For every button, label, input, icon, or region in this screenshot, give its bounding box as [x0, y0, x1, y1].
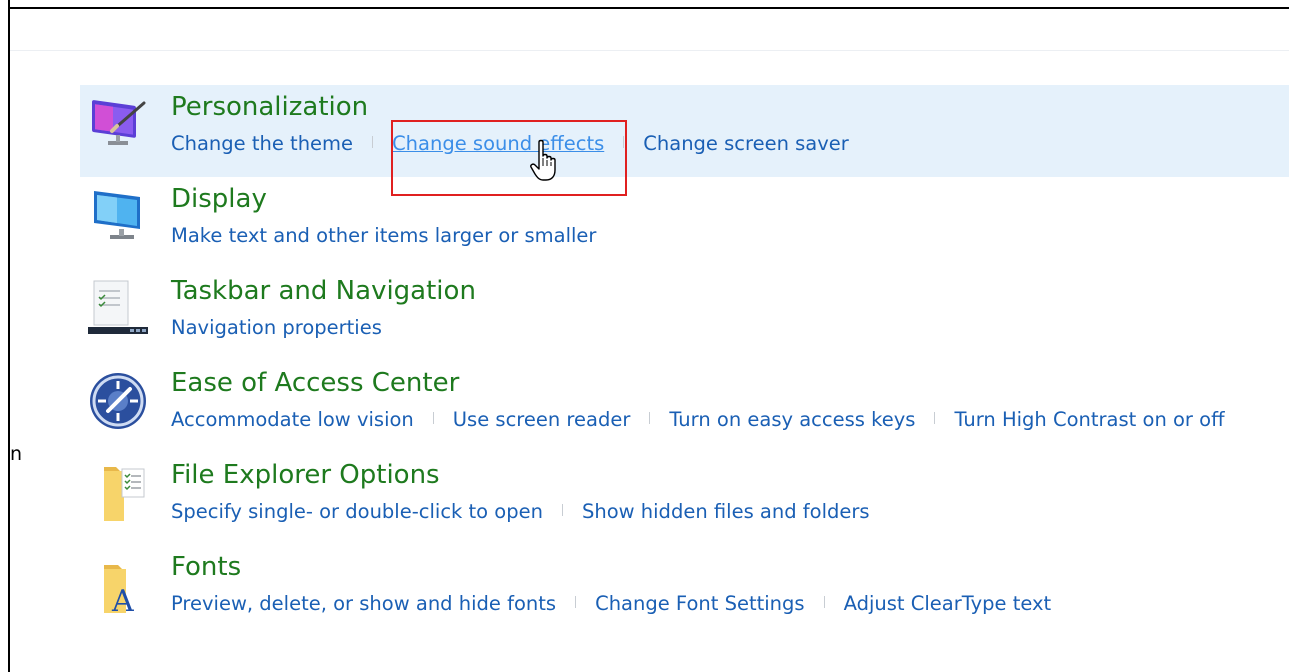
- ease-of-access-icon[interactable]: [86, 367, 150, 431]
- link-separator: [823, 595, 825, 608]
- change-sound-effects-link[interactable]: Change sound effects: [392, 132, 604, 155]
- category-links: Navigation properties: [171, 313, 382, 343]
- adjust-cleartype-link[interactable]: Adjust ClearType text: [844, 592, 1052, 615]
- link-separator: [934, 411, 936, 424]
- display-icon[interactable]: [86, 183, 150, 247]
- folder-options-icon[interactable]: [86, 459, 150, 523]
- fonts-icon[interactable]: A: [86, 551, 150, 615]
- category-personalization: Personalization Change the theme Change s…: [80, 85, 1289, 177]
- category-file-explorer-options: File Explorer Options Specify single- or…: [80, 453, 1289, 545]
- category-taskbar-navigation: Taskbar and Navigation Navigation proper…: [80, 269, 1289, 361]
- category-fonts: A Fonts Preview, delete, or show and hid…: [80, 545, 1289, 637]
- accommodate-low-vision-link[interactable]: Accommodate low vision: [171, 408, 414, 431]
- link-separator: [561, 503, 563, 516]
- left-pane-text-fragment: n: [10, 443, 23, 465]
- change-screen-saver-link[interactable]: Change screen saver: [643, 132, 849, 155]
- link-separator: [575, 595, 577, 608]
- header-divider: [10, 50, 1289, 51]
- category-title[interactable]: Display: [171, 183, 267, 215]
- category-links: Make text and other items larger or smal…: [171, 221, 596, 251]
- make-text-larger-link[interactable]: Make text and other items larger or smal…: [171, 224, 596, 247]
- category-ease-of-access: Ease of Access Center Accommodate low vi…: [80, 361, 1289, 453]
- link-separator: [623, 135, 625, 148]
- frame-left-edge: [8, 0, 10, 672]
- category-title[interactable]: Fonts: [171, 551, 241, 583]
- specify-click-to-open-link[interactable]: Specify single- or double-click to open: [171, 500, 543, 523]
- category-links: Change the theme Change sound effects Chan…: [171, 129, 849, 159]
- link-separator: [432, 411, 434, 424]
- category-title[interactable]: File Explorer Options: [171, 459, 440, 491]
- category-links: Accommodate low vision Use screen reader T…: [171, 405, 1225, 435]
- personalization-icon[interactable]: [86, 91, 150, 155]
- category-links: Preview, delete, or show and hide fonts C…: [171, 589, 1051, 619]
- use-screen-reader-link[interactable]: Use screen reader: [453, 408, 631, 431]
- taskbar-icon[interactable]: [86, 275, 150, 339]
- navigation-properties-link[interactable]: Navigation properties: [171, 316, 382, 339]
- turn-on-easy-access-keys-link[interactable]: Turn on easy access keys: [669, 408, 915, 431]
- category-links: Specify single- or double-click to open S…: [171, 497, 870, 527]
- hand-pointer-icon: [530, 139, 556, 181]
- link-separator: [372, 135, 374, 148]
- show-hidden-files-link[interactable]: Show hidden files and folders: [582, 500, 870, 523]
- frame-top-edge: [8, 7, 1289, 9]
- change-theme-link[interactable]: Change the theme: [171, 132, 353, 155]
- link-separator: [649, 411, 651, 424]
- turn-high-contrast-link[interactable]: Turn High Contrast on or off: [954, 408, 1224, 431]
- preview-fonts-link[interactable]: Preview, delete, or show and hide fonts: [171, 592, 556, 615]
- category-title[interactable]: Taskbar and Navigation: [171, 275, 476, 307]
- change-font-settings-link[interactable]: Change Font Settings: [595, 592, 805, 615]
- category-title[interactable]: Personalization: [171, 91, 368, 123]
- svg-text:A: A: [111, 584, 134, 615]
- category-title[interactable]: Ease of Access Center: [171, 367, 459, 399]
- category-display: Display Make text and other items larger…: [80, 177, 1289, 269]
